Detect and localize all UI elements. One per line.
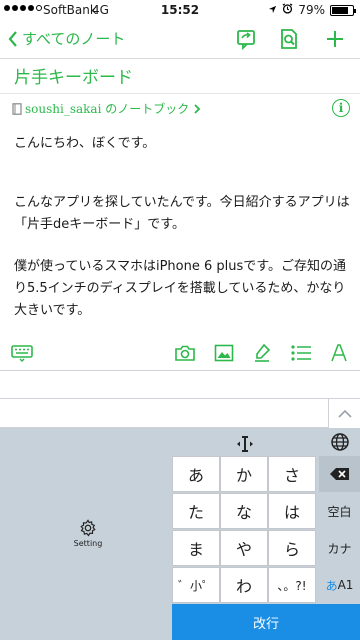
back-button[interactable]: すべてのノート (8, 28, 125, 49)
collapse-button[interactable] (328, 399, 360, 428)
highlight-button[interactable] (250, 341, 274, 365)
conversion-candidate-row[interactable] (0, 370, 360, 399)
globe-icon (331, 433, 349, 451)
key-ra[interactable]: ら (268, 530, 316, 566)
key-na[interactable]: な (220, 493, 268, 529)
image-icon (214, 344, 234, 362)
input-mode-key[interactable]: あ A1 (319, 567, 360, 603)
cursor-icon (237, 436, 253, 452)
globe-key[interactable] (330, 432, 352, 454)
key-a[interactable]: あ (172, 456, 220, 492)
back-button-label: すべてのノート (22, 30, 126, 48)
key-dakuten[interactable]: ゛小゜ (172, 567, 220, 603)
backspace-key[interactable] (319, 456, 360, 492)
battery-icon (330, 4, 356, 16)
note-paragraph[interactable]: こんなアプリを探していたんです。今日紹介するアプリは「片手deキーボード」です。 (14, 192, 350, 236)
input-mode-hiragana: あ (325, 578, 338, 593)
marker-icon (255, 343, 271, 362)
input-preview-row[interactable] (0, 399, 328, 428)
camera-icon (175, 345, 195, 361)
key-ka[interactable]: か (220, 456, 268, 492)
chevron-up-icon (337, 409, 352, 418)
status-bar: SoftBank 4G 15:52 79% (0, 0, 360, 20)
cursor-move-key[interactable] (236, 435, 254, 453)
font-button[interactable] (327, 341, 351, 365)
font-icon (331, 344, 347, 362)
backspace-icon (329, 468, 349, 480)
key-ya[interactable]: や (220, 530, 268, 566)
document-search-icon (281, 29, 297, 49)
share-icon (237, 30, 255, 50)
plus-icon (327, 31, 343, 47)
share-button[interactable] (233, 26, 259, 52)
key-sa[interactable]: さ (268, 456, 316, 492)
key-punctuation[interactable]: 、。?! (268, 567, 316, 603)
note-paragraph[interactable]: こんにちわ、ぼくです。 (14, 133, 350, 155)
add-button[interactable] (322, 26, 348, 52)
info-icon: i (338, 101, 344, 115)
return-key[interactable]: 改行 (172, 604, 360, 640)
info-button[interactable]: i (332, 99, 350, 117)
key-ha[interactable]: は (268, 493, 316, 529)
notebook-icon (12, 102, 22, 115)
divider (0, 93, 360, 94)
nav-bar: すべてのノート (0, 20, 360, 58)
space-key[interactable]: 空白 (319, 493, 360, 529)
note-paragraph[interactable]: 僕が使っているスマホはiPhone 6 plusです。ご存知の通り5.5インチの… (14, 256, 350, 322)
status-right: 79% (268, 3, 356, 17)
hide-keyboard-button[interactable] (10, 341, 34, 365)
note-search-button[interactable] (276, 26, 302, 52)
location-icon (268, 3, 277, 17)
list-button[interactable] (289, 341, 313, 365)
keyboard-icon (11, 345, 33, 362)
key-ma[interactable]: ま (172, 530, 220, 566)
camera-button[interactable] (173, 341, 197, 365)
gear-icon (80, 519, 96, 537)
keyboard: Setting あ か さ た な は ま や ら ゛小゜ わ 、。?! 空白 … (0, 428, 360, 640)
kana-key[interactable]: カナ (319, 530, 360, 566)
chevron-right-icon (194, 103, 201, 114)
battery-percent: 79% (298, 3, 325, 17)
notebook-name: soushi_sakai のノートブック (25, 102, 190, 116)
key-wa[interactable]: わ (220, 567, 268, 603)
image-button[interactable] (212, 341, 236, 365)
list-icon (291, 345, 311, 361)
key-ta[interactable]: た (172, 493, 220, 529)
formatting-toolbar (0, 337, 360, 369)
note-title[interactable]: 片手キーボード (14, 63, 133, 88)
notebook-selector[interactable]: soushi_sakai のノートブック (12, 100, 201, 117)
divider (0, 58, 360, 59)
chevron-left-icon (8, 30, 17, 47)
alarm-icon (282, 3, 293, 17)
input-mode-label: A1 (337, 578, 354, 592)
setting-label: Setting (73, 539, 103, 548)
setting-button[interactable]: Setting (68, 519, 108, 548)
